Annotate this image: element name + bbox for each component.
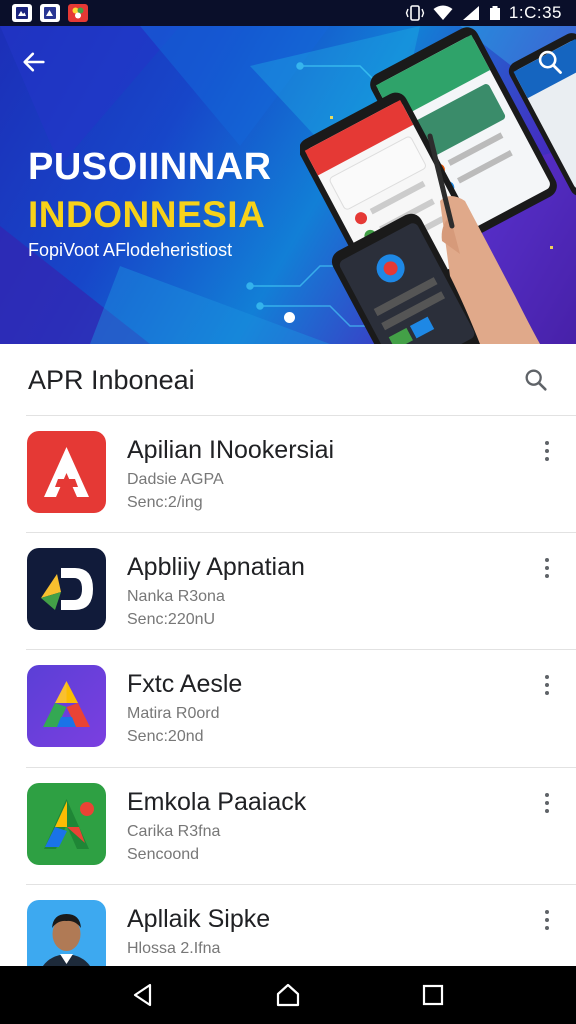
list-item[interactable]: Apbliiy Apnatian Nanka R3ona Senc:220nU xyxy=(0,533,576,650)
status-bar: 1:C:35 xyxy=(0,0,576,26)
list-item[interactable]: Apilian INookersiai Dadsie AGPA Senc:2/i… xyxy=(0,416,576,533)
app-size: Senc:2/ing xyxy=(127,494,203,511)
recents-icon[interactable] xyxy=(419,981,447,1009)
app-name: Fxtc Aesle xyxy=(127,670,243,698)
app-developer: Carika R3fna xyxy=(127,823,221,840)
back-triangle-icon[interactable] xyxy=(129,981,157,1009)
photos-icon xyxy=(68,4,88,22)
gallery-icon xyxy=(12,4,32,22)
more-options-icon[interactable] xyxy=(536,438,558,464)
app-developer: Matira R0ord xyxy=(127,705,220,722)
hero-title: PUSOIINNAR xyxy=(28,146,272,188)
gallery-icon xyxy=(40,4,60,22)
list-item[interactable]: Fxtc Aesle Matira R0ord Senc:20nd xyxy=(0,650,576,767)
app-size: Senc:220nU xyxy=(127,611,216,628)
app-developer: Nanka R3ona xyxy=(127,588,225,605)
phones-illustration xyxy=(300,27,576,344)
app-size: Sencoond xyxy=(127,846,200,863)
hero-tagline: FopiVoot AFlodeheristiost xyxy=(28,240,233,260)
signal-icon xyxy=(462,6,479,20)
status-time: 1:C:35 xyxy=(508,3,562,22)
hero-banner[interactable]: PUSOIINNAR INDONNESIA FopiVoot AFlodeher… xyxy=(0,26,576,344)
more-options-icon[interactable] xyxy=(536,555,558,581)
search-icon[interactable] xyxy=(522,366,550,394)
navigation-bar xyxy=(0,966,576,1024)
system-status: 1:C:35 xyxy=(405,3,562,23)
section-title: APR Inboneai xyxy=(28,364,195,395)
list-item[interactable]: Emkola Paaiack Carika R3fna Sencoond xyxy=(0,768,576,885)
notification-icons xyxy=(12,4,88,22)
hero-subtitle: INDONNESIA xyxy=(28,194,266,235)
app-name: Apilian INookersiai xyxy=(127,436,335,464)
more-options-icon[interactable] xyxy=(536,672,558,698)
battery-icon xyxy=(489,6,500,20)
back-arrow-icon[interactable] xyxy=(20,48,48,76)
list-item[interactable]: Apllaik Sipke Hlossa 2.Ifna xyxy=(0,885,576,966)
green-a-logo-icon xyxy=(27,783,106,865)
more-options-icon[interactable] xyxy=(536,790,558,816)
app-developer: Dadsie AGPA xyxy=(127,471,224,488)
app-size: Senc:20nd xyxy=(127,728,204,745)
red-a-logo-icon xyxy=(27,431,106,513)
person-avatar-icon xyxy=(27,900,106,966)
app-name: Emkola Paaiack xyxy=(127,788,307,816)
app-developer: Hlossa 2.Ifna xyxy=(127,940,221,957)
wifi-icon xyxy=(433,5,453,20)
more-options-icon[interactable] xyxy=(536,907,558,933)
home-icon[interactable] xyxy=(274,981,302,1009)
section-header: APR Inboneai xyxy=(0,344,576,416)
purple-a-logo-icon xyxy=(27,665,106,747)
navy-d-logo-icon xyxy=(27,548,106,630)
app-name: Apllaik Sipke xyxy=(127,905,271,933)
carousel-indicator-dot[interactable] xyxy=(284,312,295,323)
vibrate-icon xyxy=(405,5,425,21)
app-name: Apbliiy Apnatian xyxy=(127,553,305,581)
search-icon[interactable] xyxy=(536,48,564,76)
